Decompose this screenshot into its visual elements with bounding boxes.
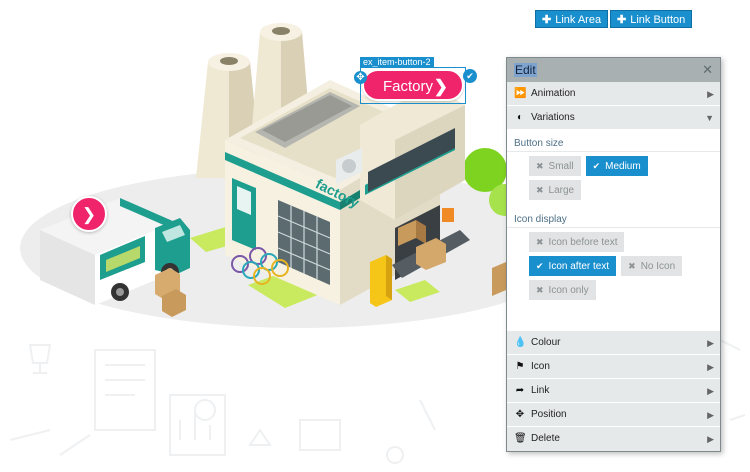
x-icon: ✖	[536, 161, 544, 171]
link-button-button[interactable]: ✚ Link Button	[610, 10, 693, 28]
icon-display-label: Icon display	[507, 212, 720, 228]
option-label: Icon after text	[548, 261, 610, 272]
section-animation[interactable]: ⏩ Animation ▶	[507, 82, 720, 106]
panel-title: Edit	[514, 63, 537, 77]
plus-icon: ✚	[542, 14, 552, 26]
option-label: No Icon	[640, 261, 676, 272]
button-size-label: Button size	[507, 136, 720, 152]
chevron-right-icon: ▶	[707, 89, 714, 99]
crate	[492, 262, 506, 296]
x-icon: ✖	[628, 261, 636, 271]
close-icon[interactable]: ✕	[702, 58, 713, 82]
x-icon: ✖	[536, 185, 544, 195]
panel-bottom-sections: 💧 Colour ▶ ⚑ Icon ▶ ➦ Link ▶ ✥ Position …	[507, 331, 720, 451]
truck-hotspot-button[interactable]: ❯	[71, 196, 107, 232]
section-colour[interactable]: 💧 Colour ▶	[507, 331, 720, 355]
section-label: Link	[531, 385, 550, 396]
move-icon: ✥	[515, 409, 525, 420]
option-label: Medium	[605, 161, 641, 172]
check-icon: ✔	[592, 161, 601, 171]
section-label: Variations	[531, 112, 575, 123]
chevron-right-icon: ▶	[707, 338, 714, 348]
half-circle-icon: ◐	[516, 112, 524, 123]
fast-forward-icon: ⏩	[514, 88, 527, 99]
option-label: Icon before text	[548, 237, 618, 248]
button-size-options: ✖ Small ✔ Medium ✖ Large	[507, 156, 687, 204]
chevron-right-icon: ▶	[707, 362, 714, 372]
section-link[interactable]: ➦ Link ▶	[507, 379, 720, 403]
icon-display-options: ✖ Icon before text ✔ Icon after text ✖ No Ic…	[507, 232, 720, 304]
section-label: Animation	[531, 88, 576, 99]
confirm-check-icon[interactable]: ✔	[463, 69, 477, 83]
section-label: Delete	[531, 433, 560, 444]
factory-button-label: Factory	[383, 78, 434, 95]
check-icon: ✔	[536, 261, 544, 271]
chevron-down-icon: ▼	[705, 113, 714, 123]
link-button-label: Link Button	[630, 14, 686, 26]
icon-only-option[interactable]: ✖ Icon only	[529, 280, 596, 300]
section-icon[interactable]: ⚑ Icon ▶	[507, 355, 720, 379]
section-label: Position	[531, 409, 567, 420]
move-handle-icon[interactable]: ✥	[354, 71, 367, 84]
edit-panel: Edit ✕ ⏩ Animation ▶ ◐ Variations ▼ Butt…	[506, 57, 721, 452]
size-large-option[interactable]: ✖ Large	[529, 180, 582, 200]
flag-icon: ⚑	[515, 361, 525, 372]
icon-before-text-option[interactable]: ✖ Icon before text	[529, 232, 625, 252]
no-icon-option[interactable]: ✖ No Icon	[621, 256, 683, 276]
trash-icon: 🗑	[514, 433, 527, 444]
icon-after-text-option[interactable]: ✔ Icon after text	[529, 256, 617, 276]
size-small-option[interactable]: ✖ Small	[529, 156, 581, 176]
chevron-right-icon: ▶	[707, 386, 714, 396]
section-label: Icon	[531, 361, 550, 372]
x-icon: ✖	[536, 285, 544, 295]
chevron-right-icon: ▶	[707, 410, 714, 420]
option-label: Large	[548, 185, 575, 196]
size-medium-option[interactable]: ✔ Medium	[585, 156, 648, 176]
panel-header[interactable]: Edit ✕	[507, 58, 720, 82]
drop-icon: 💧	[514, 337, 527, 348]
x-icon: ✖	[536, 237, 544, 247]
plus-icon: ✚	[617, 14, 627, 26]
chevron-right-icon: ❯	[433, 77, 448, 96]
variations-body: Button size ✖ Small ✔ Medium ✖ Large Icon dis…	[507, 130, 720, 332]
chevron-right-icon: ▶	[707, 434, 714, 444]
section-variations[interactable]: ◐ Variations ▼	[507, 106, 720, 130]
section-position[interactable]: ✥ Position ▶	[507, 403, 720, 427]
option-label: Small	[548, 161, 574, 172]
factory-hotspot-button[interactable]: Factory ❯	[362, 69, 464, 101]
option-label: Icon only	[548, 285, 589, 296]
share-arrow-icon: ➦	[515, 385, 525, 396]
link-area-label: Link Area	[555, 14, 602, 26]
link-area-button[interactable]: ✚ Link Area	[535, 10, 609, 28]
section-label: Colour	[531, 337, 561, 348]
section-delete[interactable]: 🗑 Delete ▶	[507, 427, 720, 451]
chevron-right-icon: ❯	[81, 205, 97, 224]
